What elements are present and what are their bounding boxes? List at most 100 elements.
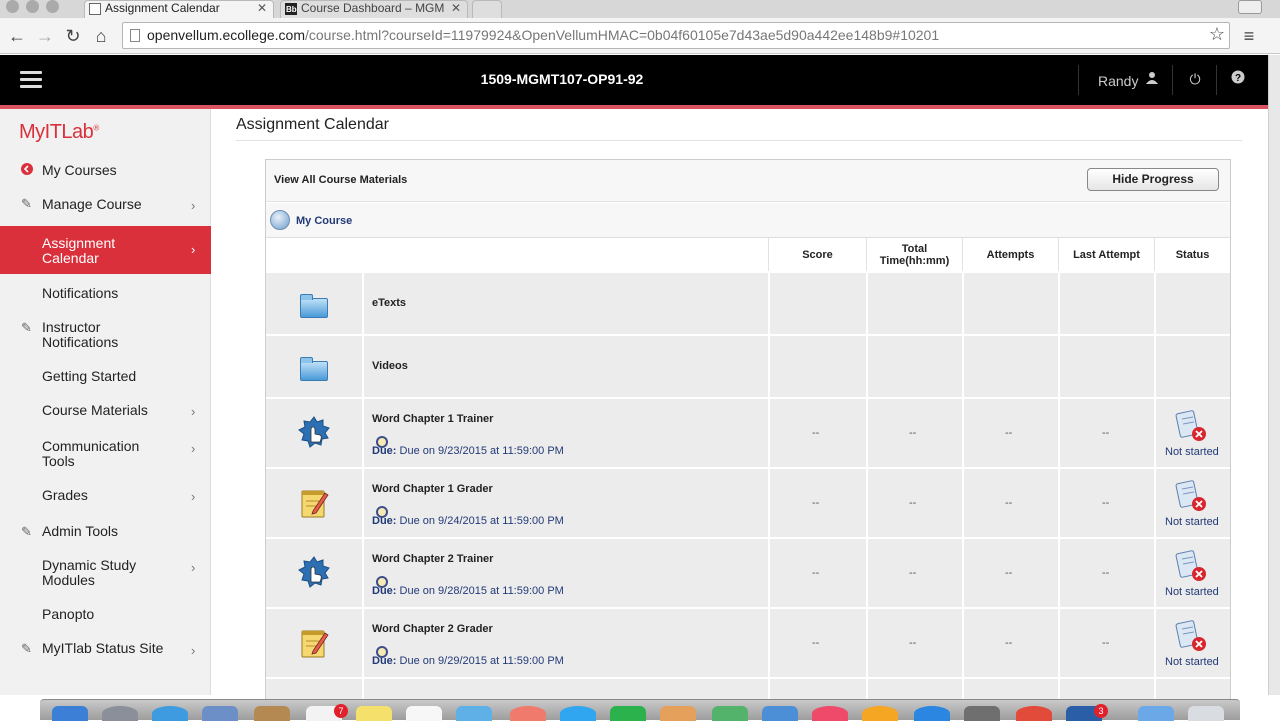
- finder-icon[interactable]: [52, 706, 88, 721]
- row-title[interactable]: Videos: [372, 360, 408, 372]
- cell: [1154, 273, 1230, 334]
- column-header-total-time: Total Time(hh:mm): [866, 238, 962, 272]
- sidebar-item-my-courses[interactable]: My Courses: [0, 161, 211, 183]
- close-tab-icon[interactable]: ✕: [451, 1, 461, 16]
- photos-icon[interactable]: [510, 706, 546, 721]
- reminders-icon[interactable]: [406, 706, 442, 721]
- hide-progress-button[interactable]: Hide Progress: [1087, 168, 1219, 191]
- table-row[interactable]: Word Chapter 1 Grader Due: Due on 9/24/2…: [266, 467, 1230, 537]
- safari-icon[interactable]: [152, 706, 188, 721]
- sidebar-item-manage-course[interactable]: ✎ Manage Course ›: [0, 195, 211, 217]
- sidebar-item-dynamic-study-modules[interactable]: Dynamic Study Modules ›: [0, 557, 211, 593]
- new-tab-button[interactable]: [472, 0, 502, 18]
- pages-icon[interactable]: [660, 706, 696, 721]
- power-icon[interactable]: ⏻: [1185, 69, 1205, 89]
- sidebar-item-assignment-calendar[interactable]: Assignment Calendar ›: [0, 226, 211, 274]
- score-value: --: [812, 637, 820, 649]
- page-icon: [130, 29, 140, 42]
- forward-arrow-icon[interactable]: →: [34, 24, 56, 48]
- ibooks-icon[interactable]: [862, 706, 898, 721]
- breadcrumb: My Course: [266, 203, 1230, 238]
- contacts-icon[interactable]: [254, 706, 290, 721]
- table-row[interactable]: Word Chapter 2 Trainer Due: Due on 9/28/…: [266, 537, 1230, 607]
- attempts-value: --: [1005, 637, 1013, 649]
- table-row[interactable]: Word Chapter 1 Trainer Due: Due on 9/23/…: [266, 397, 1230, 467]
- profile-button[interactable]: [1238, 0, 1262, 14]
- due-label: Due:: [372, 445, 397, 457]
- wrench-icon: ✎: [21, 320, 32, 335]
- row-title[interactable]: Word Chapter 1 Trainer: [372, 413, 493, 425]
- back-arrow-icon[interactable]: ←: [6, 24, 28, 48]
- cell: [962, 273, 1058, 334]
- sidebar-item-notifications[interactable]: Notifications: [0, 285, 211, 307]
- table-row[interactable]: [266, 677, 1230, 700]
- user-name[interactable]: Randy: [1098, 73, 1138, 89]
- sidebar-item-panopto[interactable]: Panopto: [0, 606, 211, 628]
- app-store-icon[interactable]: [914, 706, 950, 721]
- sidebar-item-myitlab-status-site[interactable]: ✎ MyITlab Status Site ›: [0, 640, 211, 662]
- minimize-window-button[interactable]: [26, 0, 39, 13]
- breadcrumb-my-course[interactable]: My Course: [296, 215, 352, 227]
- trainer-gear-icon: [298, 556, 330, 588]
- table-row[interactable]: eTexts: [266, 271, 1230, 334]
- back-circle-icon[interactable]: [270, 210, 290, 230]
- trash-icon[interactable]: [1188, 706, 1224, 721]
- reload-icon[interactable]: ↻: [62, 24, 84, 48]
- sidebar-item-course-materials[interactable]: Course Materials ›: [0, 402, 211, 424]
- zoom-window-button[interactable]: [46, 0, 59, 13]
- cell: [1058, 336, 1154, 397]
- table-row[interactable]: Videos: [266, 334, 1230, 397]
- status-not-started: Not started: [1165, 516, 1219, 528]
- hamburger-menu-icon[interactable]: [20, 71, 42, 89]
- calendar-badge: 7: [334, 704, 348, 718]
- facetime-icon[interactable]: [610, 706, 646, 721]
- cell: [962, 336, 1058, 397]
- address-bar[interactable]: openvellum.ecollege.com/course.html?cour…: [122, 22, 1230, 49]
- sidebar-item-label: Assignment Calendar: [42, 235, 116, 266]
- dock: 7 3: [40, 699, 1240, 721]
- tab-assignment-calendar[interactable]: Assignment Calendar ✕: [84, 0, 274, 18]
- mail-icon[interactable]: [202, 706, 238, 721]
- divider: [1172, 65, 1173, 95]
- close-tab-icon[interactable]: ✕: [257, 1, 267, 16]
- notes-icon[interactable]: [356, 706, 392, 721]
- sidebar-item-instructor-notifications[interactable]: ✎ Instructor Notifications: [0, 319, 211, 355]
- downloads-folder-icon[interactable]: [1138, 706, 1174, 721]
- table-row[interactable]: Word Chapter 2 Grader Due: Due on 9/29/2…: [266, 607, 1230, 677]
- row-title[interactable]: eTexts: [372, 297, 406, 309]
- row-title[interactable]: Word Chapter 2 Grader: [372, 623, 493, 635]
- user-icon[interactable]: [1142, 69, 1162, 89]
- help-icon[interactable]: ?: [1228, 69, 1248, 89]
- folder-icon: [300, 357, 328, 381]
- sidebar-item-getting-started[interactable]: Getting Started: [0, 368, 211, 390]
- column-header-status: Status: [1154, 238, 1230, 272]
- chrome-icon[interactable]: [1016, 706, 1052, 721]
- close-window-button[interactable]: [6, 0, 19, 13]
- view-all-course-materials-link[interactable]: View All Course Materials: [274, 174, 407, 186]
- page-scrollbar[interactable]: [1268, 55, 1280, 695]
- logo-mark: ®: [93, 123, 99, 133]
- itunes-icon[interactable]: [812, 706, 848, 721]
- keynote-icon[interactable]: [762, 706, 798, 721]
- myitlab-logo[interactable]: MyITLab®: [19, 121, 99, 144]
- due-label: Due:: [372, 655, 397, 667]
- numbers-icon[interactable]: [712, 706, 748, 721]
- cell: [866, 336, 962, 397]
- row-title[interactable]: Word Chapter 2 Trainer: [372, 553, 493, 565]
- sidebar-item-label: Communication Tools: [42, 438, 140, 469]
- sidebar-item-label: Admin Tools: [42, 523, 119, 539]
- tab-course-dashboard[interactable]: Bb Course Dashboard – MGM ✕: [280, 0, 468, 18]
- preview-icon[interactable]: [456, 706, 492, 721]
- system-preferences-icon[interactable]: [964, 706, 1000, 721]
- chrome-menu-icon[interactable]: ≡: [1238, 24, 1260, 48]
- row-title[interactable]: Word Chapter 1 Grader: [372, 483, 493, 495]
- column-header-last-attempt: Last Attempt: [1058, 238, 1154, 272]
- page-title: Assignment Calendar: [236, 116, 389, 133]
- home-icon[interactable]: ⌂: [90, 24, 112, 48]
- messages-icon[interactable]: [560, 706, 596, 721]
- sidebar-item-grades[interactable]: Grades ›: [0, 487, 211, 509]
- sidebar-item-admin-tools[interactable]: ✎ Admin Tools: [0, 523, 211, 545]
- bookmark-star-icon[interactable]: ☆: [1206, 22, 1228, 46]
- launchpad-icon[interactable]: [102, 706, 138, 721]
- sidebar-item-communication-tools[interactable]: Communication Tools ›: [0, 438, 211, 474]
